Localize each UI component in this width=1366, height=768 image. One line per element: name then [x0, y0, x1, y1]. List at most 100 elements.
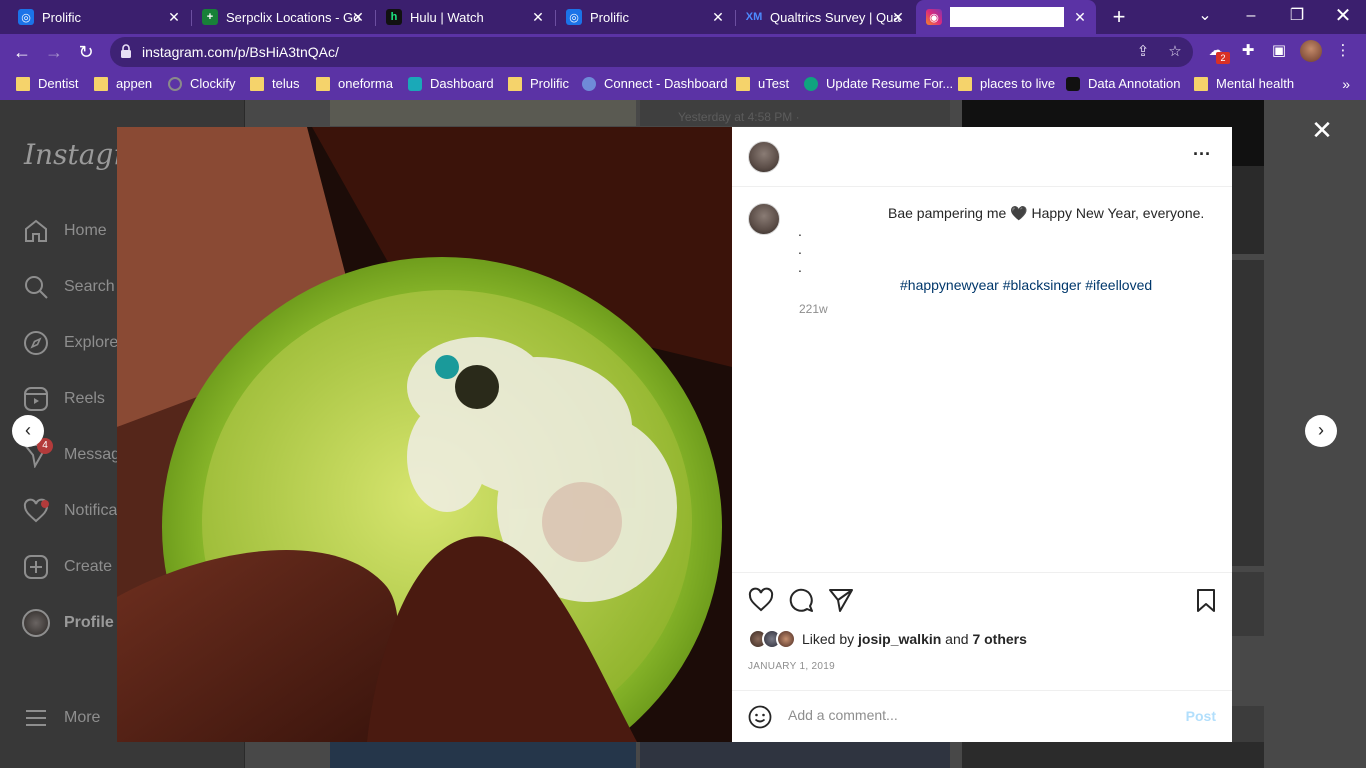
folder-icon: [508, 76, 522, 91]
close-modal-button[interactable]: ✕: [1310, 117, 1334, 143]
nav-search[interactable]: Search: [22, 273, 115, 301]
post-detail-panel: ··· Bae pampering me 🖤 Happy New Year, e…: [732, 127, 1232, 742]
close-tab-icon[interactable]: ✕: [166, 8, 182, 26]
close-tab-icon[interactable]: ✕: [890, 8, 906, 26]
grid-thumbnail: [1232, 166, 1264, 254]
data-annotation-icon: [1066, 76, 1080, 91]
bookmark-data-annotation[interactable]: Data Annotation: [1066, 76, 1181, 91]
extension-badge: 2: [1216, 52, 1230, 64]
back-button[interactable]: ←: [10, 40, 34, 64]
minimize-button[interactable]: –: [1228, 0, 1274, 34]
comment-icon[interactable]: [788, 587, 814, 613]
sheets-icon: +: [202, 9, 218, 25]
liker-avatar: [776, 629, 796, 649]
folder-icon: [1194, 76, 1208, 91]
bookmark-telus[interactable]: telus: [250, 76, 299, 91]
more-options-icon[interactable]: ···: [1190, 145, 1214, 169]
grid-thumbnail: [1232, 260, 1264, 566]
reels-icon: [22, 385, 50, 413]
like-heart-icon[interactable]: [748, 587, 774, 613]
avatar: [22, 609, 50, 637]
caption-dot: .: [798, 223, 802, 239]
hamburger-icon: [22, 704, 50, 732]
extensions-puzzle-icon[interactable]: ✚: [1237, 40, 1259, 62]
share-paper-plane-icon[interactable]: [828, 587, 854, 613]
forward-button[interactable]: →: [42, 40, 66, 64]
tab-hulu[interactable]: h Hulu | Watch ✕: [376, 0, 554, 34]
browser-toolbar: ← → ↻ instagram.com/p/BsHiA3tnQAc/ ⇪ ☆: [0, 34, 1366, 70]
nav-explore[interactable]: Explore: [22, 329, 118, 357]
grid-thumbnail: [330, 742, 636, 768]
qualtrics-icon: XM: [745, 11, 763, 23]
profile-avatar[interactable]: [1300, 40, 1322, 62]
liked-by-others-link[interactable]: 7 others: [972, 631, 1026, 647]
caption-time-ago: 221w: [799, 302, 828, 316]
folder-icon: [736, 76, 750, 91]
nav-profile[interactable]: Profile: [22, 609, 114, 637]
restore-button[interactable]: ❐: [1274, 0, 1320, 34]
dashboard-icon: [408, 76, 422, 91]
tab-instagram[interactable]: ◉ ✕: [916, 0, 1096, 34]
folder-icon: [958, 76, 972, 91]
bookmark-appen[interactable]: appen: [94, 76, 152, 91]
comment-bar: Post: [732, 690, 1232, 742]
next-post-button[interactable]: ›: [1305, 415, 1337, 447]
bookmarks-bar: Dentist appen Clockify telus oneforma Da…: [0, 70, 1366, 100]
lock-icon: [121, 44, 131, 58]
url-text[interactable]: instagram.com/p/BsHiA3tnQAc/: [142, 44, 339, 60]
bookmark-oneforma[interactable]: oneforma: [316, 76, 393, 91]
emoji-icon[interactable]: [748, 705, 772, 729]
post-comment-button[interactable]: Post: [1186, 708, 1216, 724]
comment-input[interactable]: [788, 707, 1168, 723]
nav-create[interactable]: Create: [22, 553, 112, 581]
caption-hashtags[interactable]: #happynewyear #blacksinger #ifeelloved: [900, 277, 1152, 293]
bookmark-dashboard[interactable]: Dashboard: [408, 76, 494, 91]
author-avatar[interactable]: [748, 141, 780, 173]
bookmark-star-icon[interactable]: ☆: [1165, 42, 1185, 62]
nav-home[interactable]: Home: [22, 217, 107, 245]
close-tab-icon[interactable]: ✕: [710, 8, 726, 26]
nav-reels[interactable]: Reels: [22, 385, 105, 413]
save-bookmark-icon[interactable]: [1193, 587, 1219, 613]
chrome-menu-icon[interactable]: ⋮: [1332, 40, 1354, 62]
nav-more[interactable]: More: [22, 704, 100, 732]
prolific-icon: ◎: [18, 9, 34, 25]
notification-dot: [41, 500, 49, 508]
bookmark-mental-health[interactable]: Mental health: [1194, 76, 1294, 91]
prolific-icon: ◎: [566, 9, 582, 25]
tab-search-icon[interactable]: ⌄: [1182, 0, 1228, 34]
share-icon[interactable]: ⇪: [1133, 42, 1153, 62]
bookmark-dentist[interactable]: Dentist: [16, 76, 78, 91]
clockify-icon: [168, 76, 182, 91]
hulu-icon: h: [386, 9, 402, 25]
tab-prolific-1[interactable]: ◎ Prolific ✕: [8, 0, 190, 34]
caption-author-avatar[interactable]: [748, 203, 780, 235]
folder-icon: [250, 76, 264, 91]
address-bar[interactable]: instagram.com/p/BsHiA3tnQAc/ ⇪ ☆: [110, 37, 1193, 67]
bookmark-places-to-live[interactable]: places to live: [958, 76, 1055, 91]
compass-icon: [22, 329, 50, 357]
tab-serpclix[interactable]: + Serpclix Locations - Go ✕: [192, 0, 374, 34]
bookmark-utest[interactable]: uTest: [736, 76, 789, 91]
tab-prolific-2[interactable]: ◎ Prolific ✕: [556, 0, 734, 34]
close-tab-icon[interactable]: ✕: [530, 8, 546, 26]
caption-text: Bae pampering me 🖤 Happy New Year, every…: [888, 205, 1205, 221]
side-panel-icon[interactable]: ▣: [1268, 40, 1290, 62]
post-caption: Bae pampering me 🖤 Happy New Year, every…: [732, 187, 1232, 572]
new-tab-button[interactable]: +: [1106, 4, 1132, 30]
more-bookmarks-icon[interactable]: »: [1342, 76, 1350, 92]
previous-post-button[interactable]: ‹: [12, 415, 44, 447]
liked-by-user-link[interactable]: josip_walkin: [858, 631, 941, 647]
reload-button[interactable]: ↻: [74, 40, 98, 64]
bookmark-clockify[interactable]: Clockify: [168, 76, 236, 91]
bookmark-prolific[interactable]: Prolific: [508, 76, 569, 91]
close-window-button[interactable]: ✕: [1320, 0, 1366, 34]
bookmark-connect-dashboard[interactable]: Connect - Dashboard: [582, 76, 728, 91]
liked-by: Liked by josip_walkin and 7 others: [748, 629, 1027, 649]
bookmark-update-resume[interactable]: Update Resume For...: [804, 76, 953, 91]
post-image[interactable]: [117, 127, 732, 742]
post-date[interactable]: JANUARY 1, 2019: [748, 661, 835, 672]
close-tab-icon[interactable]: ✕: [1072, 8, 1088, 26]
tab-qualtrics[interactable]: XM Qualtrics Survey | Qua ✕: [736, 0, 914, 34]
close-tab-icon[interactable]: ✕: [350, 8, 366, 26]
